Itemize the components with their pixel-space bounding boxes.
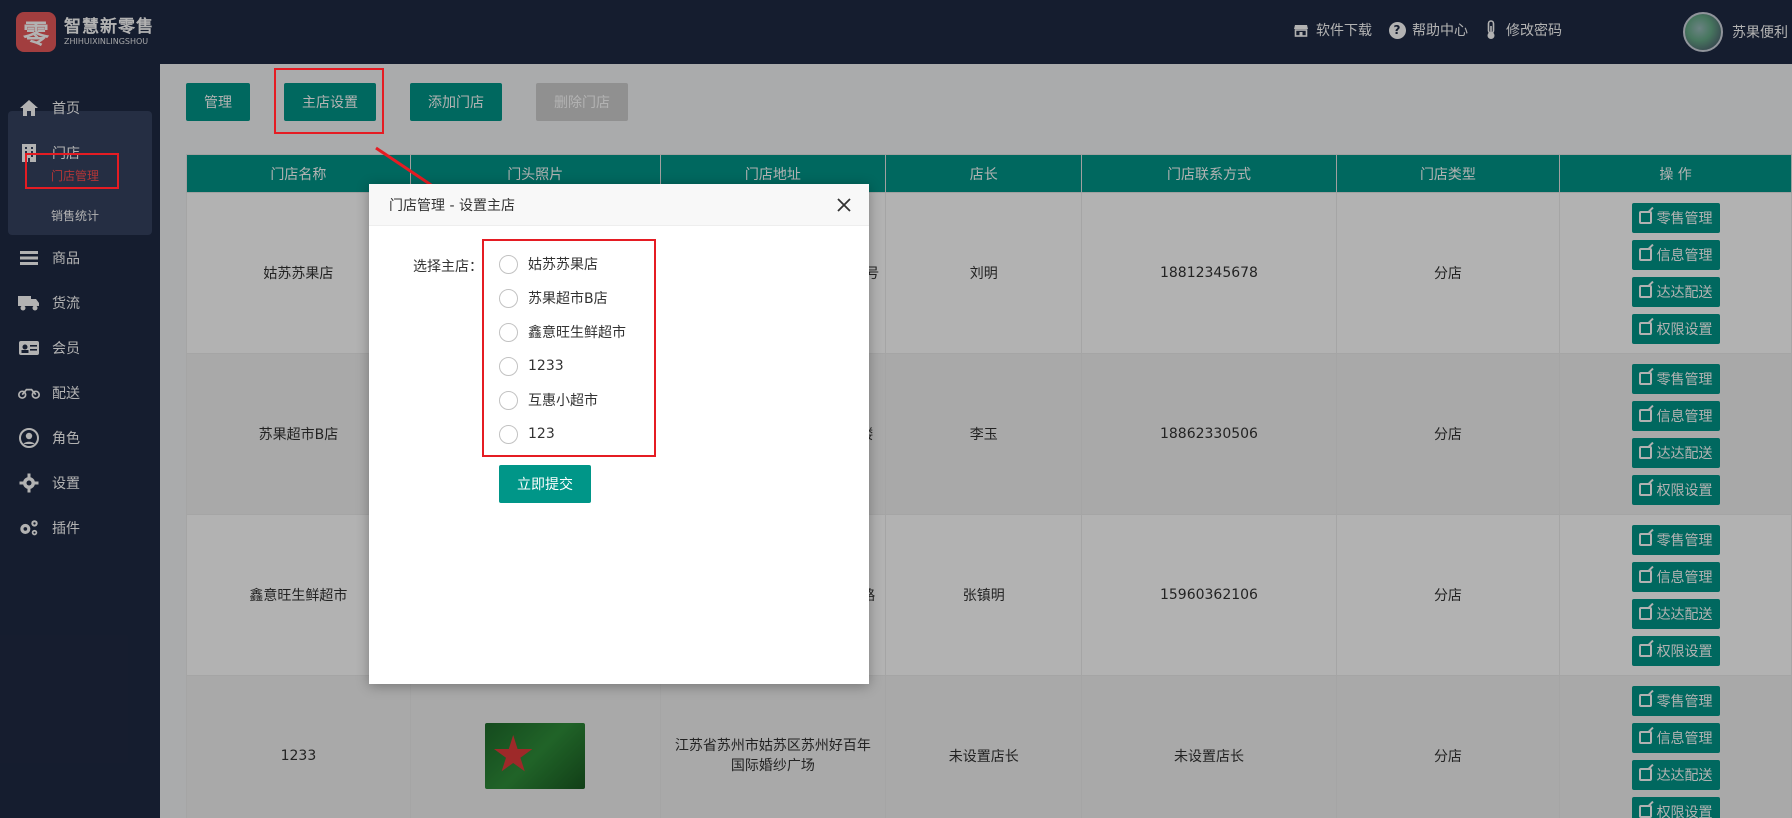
set-main-store-dialog: 门店管理 - 设置主店 选择主店： 姑苏苏果店 苏果超市B店 鑫意旺生鲜超市 1… [369, 184, 869, 684]
radio-label: 苏果超市B店 [528, 291, 608, 307]
radio-button[interactable] [499, 424, 518, 444]
radio-button[interactable] [499, 322, 518, 342]
radio-option[interactable]: 123 [499, 422, 555, 446]
radio-option[interactable]: 姑苏苏果店 [499, 252, 598, 276]
radio-button[interactable] [499, 356, 518, 376]
radio-option[interactable]: 鑫意旺生鲜超市 [499, 320, 626, 344]
radio-button[interactable] [499, 254, 518, 274]
close-icon[interactable] [833, 194, 855, 216]
radio-label: 123 [528, 426, 555, 442]
radio-label: 鑫意旺生鲜超市 [528, 325, 626, 341]
select-main-store-label: 选择主店： [413, 259, 483, 275]
radio-button[interactable] [499, 390, 518, 410]
radio-option[interactable]: 互惠小超市 [499, 388, 598, 412]
radio-label: 1233 [528, 358, 564, 374]
radio-label: 互惠小超市 [528, 393, 598, 409]
radio-option[interactable]: 苏果超市B店 [499, 286, 608, 310]
radio-option[interactable]: 1233 [499, 354, 564, 378]
radio-button[interactable] [499, 288, 518, 308]
submit-button[interactable]: 立即提交 [499, 465, 591, 503]
annotation-arrow-icon [375, 146, 468, 210]
radio-label: 姑苏苏果店 [528, 257, 598, 273]
dialog-title-bar: 门店管理 - 设置主店 [369, 184, 869, 226]
dialog-title: 门店管理 - 设置主店 [389, 197, 515, 214]
